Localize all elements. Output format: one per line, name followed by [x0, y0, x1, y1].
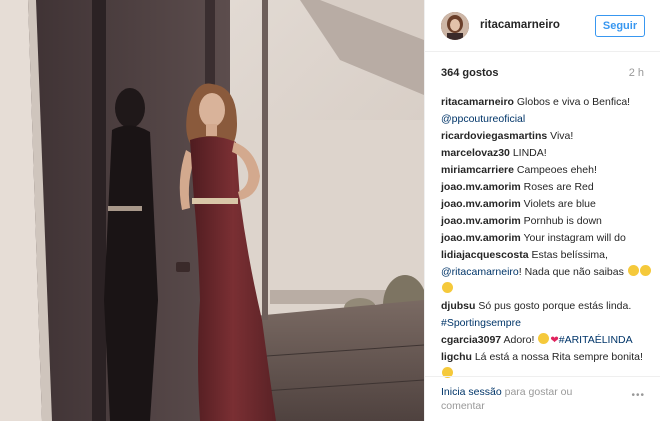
laughing-emoji-icon: [627, 265, 639, 276]
comment-text: Your instagram will do: [523, 232, 626, 244]
comment-text: Estas belíssima,: [531, 249, 608, 261]
post-footer: Inicia sessão para gostar ou comentar ••…: [425, 376, 660, 421]
comment-username[interactable]: marcelovaz30: [441, 147, 510, 159]
comment-text: Globos e viva o Benfica!: [516, 96, 631, 108]
comment-hashtag[interactable]: #ARITAÉLINDA: [559, 334, 633, 346]
likes-count[interactable]: 364 gostos: [441, 67, 498, 79]
comment-item: joao.mv.amorim Pornhub is down: [441, 213, 651, 230]
heart-eyes-emoji-icon: [538, 333, 550, 344]
post-username[interactable]: ritacamarneiro: [480, 19, 560, 31]
comment-item: marcelovaz30 LINDA!: [441, 145, 651, 162]
comment-text: Campeoes eheh!: [516, 164, 597, 176]
comment-username[interactable]: djubsu: [441, 300, 475, 312]
comment-text: Pornhub is down: [523, 215, 602, 227]
post-timestamp[interactable]: 2 h: [629, 67, 644, 79]
comment-username[interactable]: cgarcia3097: [441, 334, 501, 346]
kiss-emoji-icon: [442, 282, 453, 293]
comment-text: Viva!: [550, 130, 574, 142]
comment-username[interactable]: joao.mv.amorim: [441, 232, 521, 244]
comment-text: Só pus gosto porque estás linda.: [478, 300, 632, 312]
comment-username[interactable]: joao.mv.amorim: [441, 198, 521, 210]
comment-mention[interactable]: @ritacamarneiro: [441, 266, 519, 278]
comment-item: lidiajacquescosta Estas belíssima, @rita…: [441, 247, 651, 298]
comment-item: miriamcarriere Campeoes eheh!: [441, 162, 651, 179]
profile-avatar[interactable]: [441, 12, 469, 40]
comment-item: ritacamarneiro Globos e viva o Benfica! …: [441, 94, 651, 128]
login-prompt: Inicia sessão para gostar ou comentar: [441, 385, 616, 413]
comment-text: ! Nada que não saibas: [518, 266, 624, 278]
comments-list: ritacamarneiro Globos e viva o Benfica! …: [441, 94, 651, 383]
comment-username[interactable]: miriamcarriere: [441, 164, 514, 176]
comment-username[interactable]: ricardoviegasmartins: [441, 130, 547, 142]
comment-item: joao.mv.amorim Violets are blue: [441, 196, 651, 213]
post-sidebar: ritacamarneiro Seguir 364 gostos 2 h rit…: [424, 0, 660, 421]
comment-username[interactable]: lidiajacquescosta: [441, 249, 529, 261]
more-options-icon[interactable]: •••: [631, 390, 645, 401]
comment-text: Roses are Red: [523, 181, 594, 193]
comment-item: ricardoviegasmartins Viva!: [441, 128, 651, 145]
comment-item: djubsu Só pus gosto porque estás linda. …: [441, 298, 651, 332]
laughing-emoji-icon: [639, 265, 651, 276]
comment-text: Violets are blue: [523, 198, 596, 210]
comment-text: LINDA!: [512, 147, 547, 159]
post-stats: 364 gostos 2 h: [425, 52, 660, 88]
follow-button[interactable]: Seguir: [595, 15, 645, 37]
post-photo[interactable]: [0, 0, 424, 421]
comment-item: joao.mv.amorim Your instagram will do: [441, 230, 651, 247]
comment-item: joao.mv.amorim Roses are Red: [441, 179, 651, 196]
comment-mention[interactable]: @ppcoutureoficial: [441, 113, 525, 125]
post-header: ritacamarneiro Seguir: [425, 0, 660, 52]
comment-username[interactable]: joao.mv.amorim: [441, 215, 521, 227]
comment-username[interactable]: ritacamarneiro: [441, 96, 514, 108]
login-link[interactable]: Inicia sessão: [441, 386, 502, 398]
comment-text: Adoro!: [503, 334, 535, 346]
comment-username[interactable]: joao.mv.amorim: [441, 181, 521, 193]
comment-username[interactable]: ligchu: [441, 351, 472, 363]
comment-text: Lá está a nossa Rita sempre bonita!: [474, 351, 643, 363]
comment-hashtag[interactable]: #Sportingsempre: [441, 317, 521, 329]
heart-icon: ❤: [550, 335, 559, 346]
comment-item: cgarcia3097 Adoro! ❤#ARITAÉLINDA: [441, 332, 651, 349]
